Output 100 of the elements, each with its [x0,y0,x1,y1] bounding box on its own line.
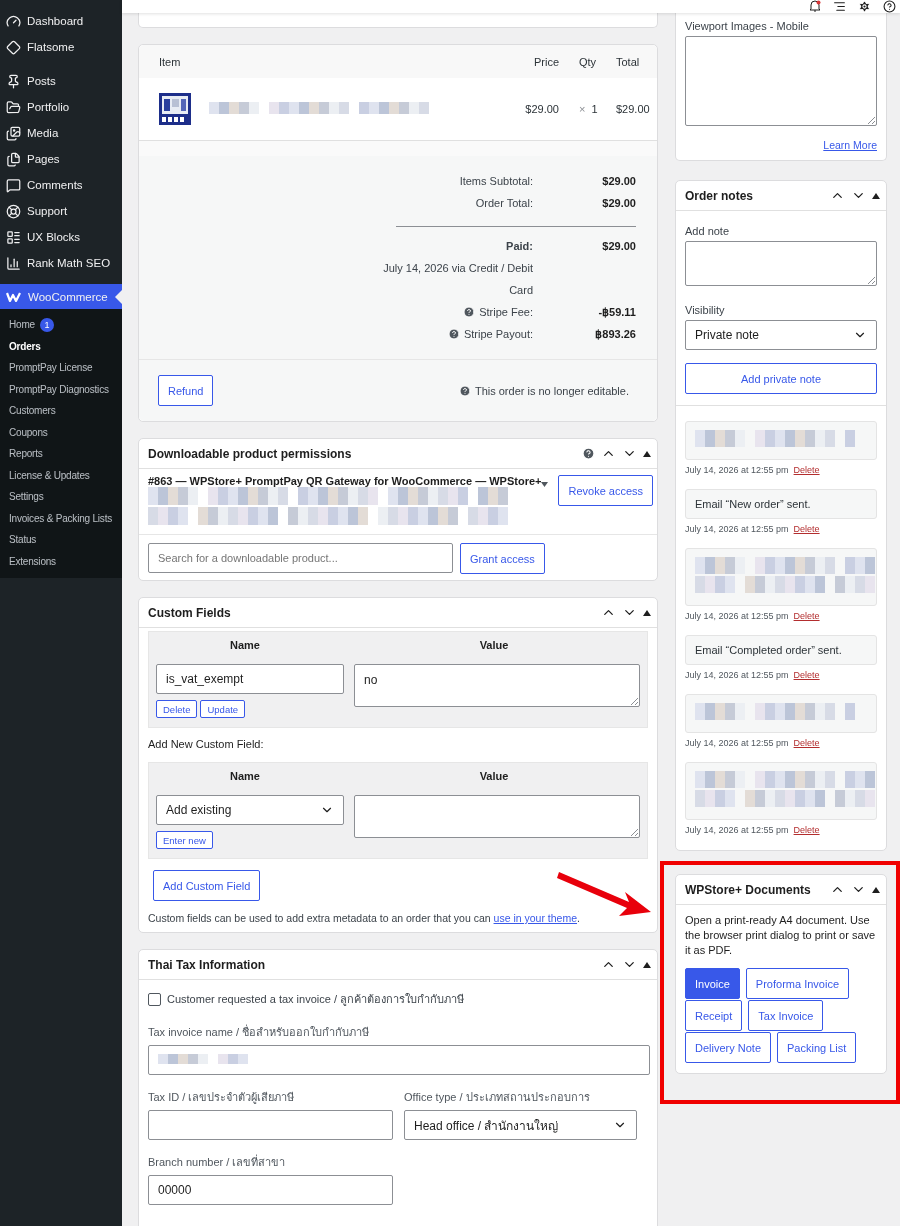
toggle-triangle-icon[interactable] [643,961,651,968]
delete-link[interactable]: Delete [793,738,820,748]
theme-link[interactable]: use in your theme [493,912,577,924]
table-cell: 1 [591,103,598,115]
gauge-icon [6,13,21,29]
sidebar-item[interactable]: Dashboard [0,8,122,34]
revoke-access-button[interactable]: Revoke access [558,475,654,506]
small-button[interactable]: Delete [156,700,198,718]
document-button[interactable]: Packing List [777,1032,857,1063]
total-value: $29.00 [601,196,636,211]
column-header: Value [478,638,510,651]
document-button[interactable]: Receipt [685,1000,743,1031]
add-note-button[interactable]: Add private note [685,363,877,394]
total-label: Stripe Fee: [393,301,533,323]
resize-grip-icon[interactable] [630,828,638,836]
small-button[interactable]: Enter new [156,831,213,849]
document-button[interactable]: Tax Invoice [748,1000,824,1031]
delete-link[interactable]: Delete [793,611,820,621]
woo-logo-icon [6,291,22,302]
select-field[interactable]: Head office / สำนักงานใหญ่ [404,1110,637,1140]
toggle-triangle-icon[interactable] [643,609,651,616]
input-field[interactable]: 00000 [148,1175,393,1205]
document-button[interactable]: Proforma Invoice [745,968,849,999]
toggle-triangle-icon[interactable] [643,450,651,457]
pin-icon [6,73,21,89]
checkbox[interactable] [148,992,161,1006]
sidebar-item[interactable]: Flatsome [0,34,122,60]
total-value: -฿59.11 [597,305,636,320]
submenu-item[interactable]: Settings [0,486,122,508]
panel-title: Order notes [685,188,754,203]
text-area[interactable]: no [354,664,640,707]
bell-icon[interactable] [809,0,821,13]
add-custom-field-button[interactable]: Add Custom Field [153,870,261,901]
sidebar-item[interactable]: UX Blocks [0,224,122,250]
field-label: Visibility [685,304,726,316]
list-icon[interactable] [833,0,846,13]
table-cell-text: $29.00 [524,103,559,115]
submenu-item[interactable]: Invoices & Packing Lists [0,507,122,529]
column-header: Item [158,55,182,68]
settings-icon[interactable] [858,0,871,13]
submenu-item[interactable]: Status [0,529,122,551]
times-sign: × [579,103,586,115]
sidebar-item[interactable]: Portfolio [0,94,122,120]
expand-triangle-icon[interactable] [541,481,549,487]
resize-grip-icon[interactable] [867,276,875,284]
total-label: Order Total: [474,196,533,211]
sidebar-item[interactable]: Media [0,120,122,146]
small-button[interactable]: Update [200,700,246,718]
submenu-item[interactable]: Reports [0,443,122,465]
delete-link[interactable]: Delete [793,670,820,680]
note-date: July 14, 2026 at 12:55 pm [685,825,789,835]
folder-icon [6,99,21,115]
input-field[interactable] [148,1045,650,1075]
document-button[interactable]: Delivery Note [685,1032,772,1063]
submenu-item[interactable]: Customers [0,400,122,422]
images-icon [6,125,21,141]
submenu-item[interactable]: Home 1 [0,314,122,336]
text-area[interactable] [685,241,877,286]
toggle-triangle-icon[interactable] [872,192,880,199]
text-area[interactable] [354,795,640,838]
sidebar-item[interactable]: Pages [0,146,122,172]
select-field[interactable]: Private note [685,320,877,350]
field-label: Add note [685,225,731,237]
submenu-item[interactable]: PromptPay License [0,357,122,379]
search-field[interactable]: Search for a downloadable product... [148,543,453,573]
total-value: ฿893.26 [594,327,636,342]
note-date: July 14, 2026 at 12:55 pm [685,670,789,680]
field-label: Tax ID / เลขประจำตัวผู้เสียภาษี [148,1090,296,1106]
delete-link[interactable]: Delete [793,825,820,835]
note-date: July 14, 2026 at 12:55 pm [685,465,789,475]
resize-grip-icon[interactable] [867,116,875,124]
submenu-item[interactable]: License & Updates [0,464,122,486]
submenu-item[interactable]: Coupons [0,421,122,443]
submenu-item[interactable]: PromptPay Diagnostics [0,378,122,400]
resize-grip-icon[interactable] [630,697,638,705]
sidebar-item[interactable]: WooCommerce [0,284,122,309]
sidebar-item[interactable]: Rank Math SEO [0,250,122,276]
submenu-item[interactable]: Extensions [0,550,122,572]
pages-icon [6,151,21,167]
learn-more-link[interactable]: Learn More [823,139,877,151]
help-icon[interactable] [883,0,896,13]
select-field[interactable]: Add existing [156,795,344,825]
document-button[interactable]: Invoice [685,968,740,999]
input-field[interactable] [148,1110,393,1140]
refund-button[interactable]: Refund [158,375,214,406]
field-label: Office type / ประเภทสถานประกอบการ [404,1090,591,1105]
text-area[interactable] [685,36,877,126]
input-field[interactable]: is_vat_exempt [156,664,344,694]
sidebar-item[interactable]: Posts [0,68,122,94]
panel-title: WPStore+ Documents [685,882,812,897]
delete-link[interactable]: Delete [793,524,820,534]
toggle-triangle-icon[interactable] [872,886,880,893]
grant-access-button[interactable]: Grant access [460,543,545,574]
submenu-item[interactable]: Orders [0,335,122,357]
sidebar-item[interactable]: Comments [0,172,122,198]
delete-link[interactable]: Delete [793,465,820,475]
note-date: July 14, 2026 at 12:55 pm [685,738,789,748]
column-header: Price [532,55,559,68]
sidebar-item[interactable]: Support [0,198,122,224]
panel-description: Open a print-ready A4 document. Use the browser print dialog to print or save it as PDF. [685,913,877,958]
